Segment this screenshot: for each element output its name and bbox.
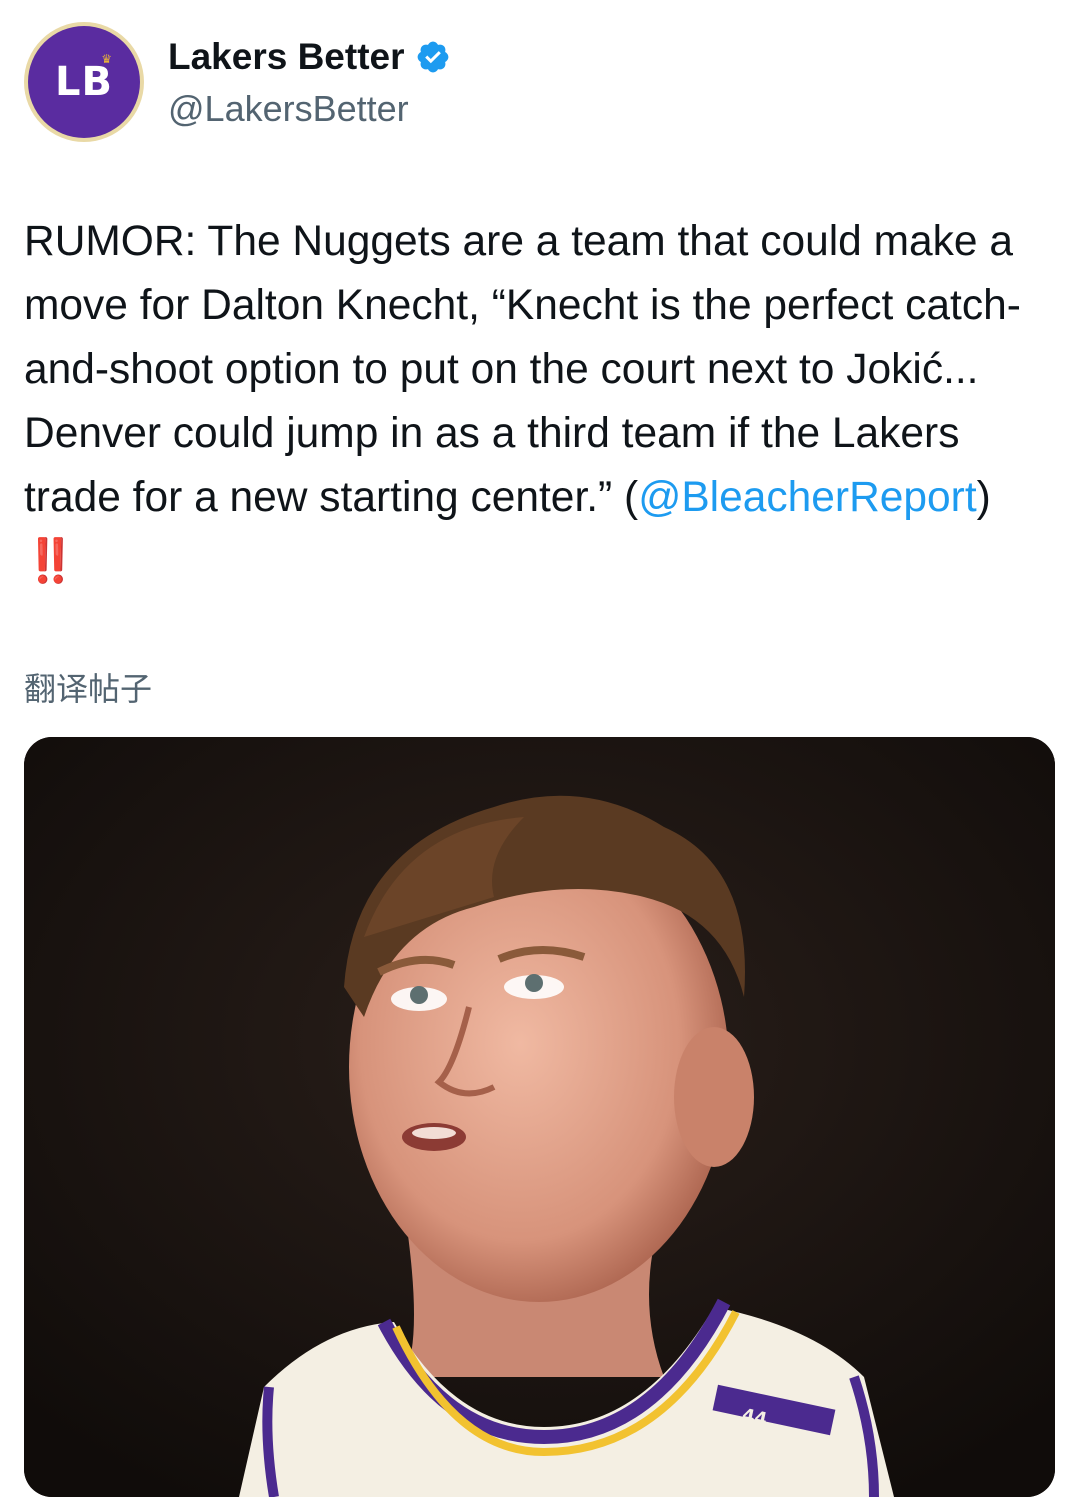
mention-link[interactable]: @BleacherReport [638, 474, 976, 521]
avatar[interactable]: ♛ LB [24, 22, 144, 142]
tweet-body: RUMOR: The Nuggets are a team that could… [24, 210, 1034, 594]
verified-badge-icon[interactable] [415, 39, 451, 75]
avatar-inner: ♛ LB [28, 26, 140, 138]
author-name-row: Lakers Better [168, 36, 451, 78]
tweet-text-tail: ) [976, 474, 991, 521]
crown-icon: ♛ [101, 52, 112, 66]
tweet-media-image[interactable]: 44 [24, 737, 1055, 1497]
author-display-name[interactable]: Lakers Better [168, 36, 405, 78]
translate-post-link[interactable]: 翻译帖子 [24, 664, 152, 710]
double-exclamation-emoji: ‼️ [24, 538, 77, 585]
author-handle[interactable]: @LakersBetter [168, 88, 409, 130]
player-photo: 44 [24, 737, 1055, 1497]
